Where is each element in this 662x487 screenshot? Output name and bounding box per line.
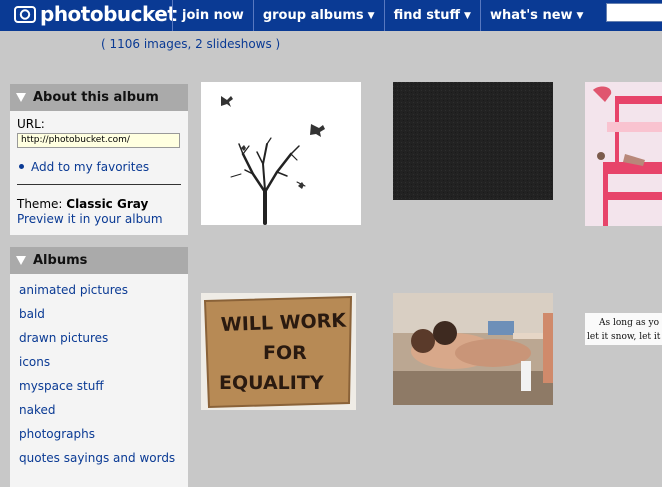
nav-group-albums[interactable]: group albums ▼ bbox=[252, 0, 384, 31]
albums-panel: Albums animated pictures bald drawn pict… bbox=[10, 247, 188, 487]
divider bbox=[17, 183, 181, 185]
collapse-triangle-icon[interactable] bbox=[16, 256, 26, 265]
sign-line-1: WILL WORK bbox=[220, 310, 347, 336]
url-label: URL: bbox=[17, 117, 45, 131]
chevron-down-icon: ▼ bbox=[367, 10, 375, 21]
about-album-title: About this album bbox=[33, 90, 159, 105]
nav-find-stuff-label: find stuff bbox=[393, 8, 461, 23]
thumbnail-tree-birds[interactable] bbox=[201, 82, 361, 225]
bullet-icon bbox=[19, 164, 24, 169]
nav-join-now[interactable]: join now bbox=[172, 0, 253, 31]
albums-title: Albums bbox=[33, 253, 88, 268]
thumbnail-couch-photo[interactable] bbox=[393, 293, 553, 405]
chevron-down-icon: ▼ bbox=[576, 10, 584, 21]
about-album-panel: About this album URL: Add to my favorite… bbox=[10, 84, 188, 235]
quote-text-image: As long as yo let it snow, let it bbox=[585, 313, 662, 345]
album-link[interactable]: photographs bbox=[19, 422, 188, 446]
camera-icon bbox=[14, 6, 36, 23]
album-url-field[interactable] bbox=[17, 132, 180, 148]
quote-line-1: As long as yo bbox=[598, 318, 659, 328]
main-nav: join now group albums ▼ find stuff ▼ what'… bbox=[172, 0, 592, 31]
tree-birds-image bbox=[221, 96, 325, 225]
album-link[interactable]: naked bbox=[19, 398, 188, 422]
album-link[interactable]: icons bbox=[19, 350, 188, 374]
pink-bunkbed-image bbox=[585, 82, 662, 226]
top-bar: photobucket join now group albums ▼ find … bbox=[0, 0, 662, 31]
collapse-triangle-icon[interactable] bbox=[16, 93, 26, 102]
add-to-favorites-link[interactable]: Add to my favorites bbox=[17, 160, 181, 174]
nav-whats-new-label: what's new bbox=[489, 8, 573, 23]
thumbnail-equality-sign[interactable]: WILL WORK FOR EQUALITY bbox=[201, 293, 356, 410]
album-link[interactable]: animated pictures bbox=[19, 278, 188, 302]
equality-sign-image: WILL WORK FOR EQUALITY bbox=[201, 293, 356, 410]
thumbnail-pink-bunkbed[interactable] bbox=[585, 82, 662, 226]
nav-group-albums-label: group albums bbox=[262, 8, 364, 23]
thumbnail-dark-texture[interactable] bbox=[393, 82, 553, 200]
sign-line-3: EQUALITY bbox=[219, 372, 324, 394]
preview-theme-link[interactable]: Preview it in your album bbox=[17, 212, 181, 226]
theme-label: Theme: bbox=[17, 196, 63, 211]
couch-photo-image bbox=[393, 293, 553, 405]
photobucket-logo[interactable]: photobucket bbox=[14, 2, 177, 26]
album-link[interactable]: myspace stuff bbox=[19, 374, 188, 398]
nav-find-stuff[interactable]: find stuff ▼ bbox=[383, 0, 480, 31]
sign-line-2: FOR bbox=[263, 342, 307, 364]
album-link[interactable]: quotes sayings and words bbox=[19, 446, 188, 470]
album-link[interactable]: bald bbox=[19, 302, 188, 326]
albums-header[interactable]: Albums bbox=[10, 247, 188, 274]
nav-whats-new[interactable]: what's new ▼ bbox=[479, 0, 593, 31]
search-input[interactable] bbox=[606, 3, 662, 22]
about-album-header[interactable]: About this album bbox=[10, 84, 188, 111]
nav-join-now-label: join now bbox=[182, 8, 244, 23]
thumbnail-quote-text[interactable]: As long as yo let it snow, let it bbox=[585, 313, 662, 345]
quote-line-2: let it snow, let it bbox=[587, 332, 661, 342]
dark-texture-image bbox=[393, 82, 553, 200]
album-link[interactable]: drawn pictures bbox=[19, 326, 188, 350]
album-count: ( 1106 images, 2 slideshows ) bbox=[101, 37, 281, 51]
theme-info: Theme: Classic Gray bbox=[17, 197, 181, 211]
albums-list: animated pictures bald drawn pictures ic… bbox=[10, 274, 188, 470]
chevron-down-icon: ▼ bbox=[464, 10, 471, 21]
theme-name: Classic Gray bbox=[66, 196, 149, 211]
add-to-favorites-label: Add to my favorites bbox=[31, 159, 150, 174]
logo-text: photobucket bbox=[40, 2, 177, 26]
